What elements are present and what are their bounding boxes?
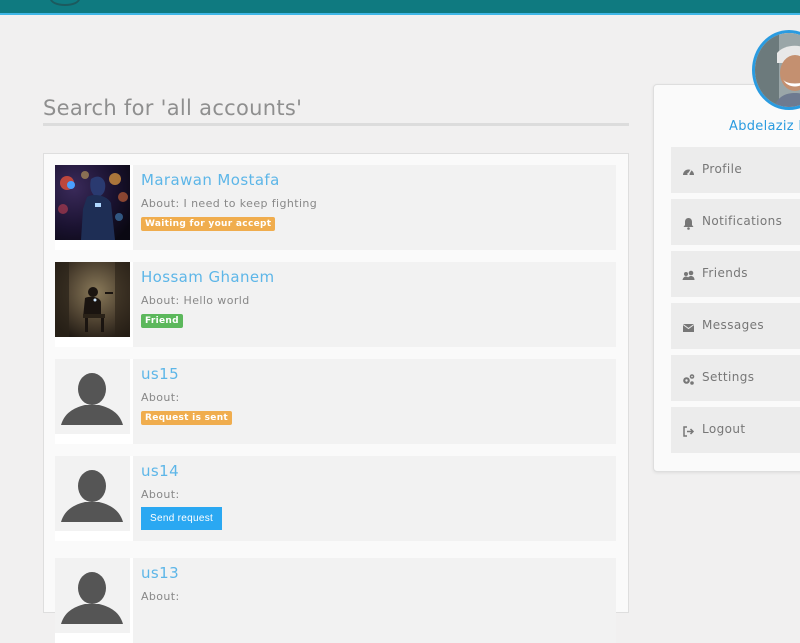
sidebar-item-label: Messages bbox=[702, 318, 765, 332]
user-about: About: bbox=[141, 590, 180, 603]
user-avatar[interactable] bbox=[55, 165, 130, 240]
search-results-title: Search for 'all accounts' bbox=[43, 96, 629, 126]
send-request-button[interactable]: Send request bbox=[141, 507, 223, 530]
sidebar-item-messages[interactable]: Messages bbox=[671, 303, 800, 349]
sign-out-icon bbox=[682, 423, 695, 437]
user-name-link[interactable]: us15 bbox=[141, 365, 601, 383]
status-badge: Waiting for your accept bbox=[141, 217, 276, 231]
users-icon bbox=[682, 267, 695, 280]
sidebar-item-logout[interactable]: Logout bbox=[671, 407, 800, 453]
gears-icon bbox=[682, 371, 695, 385]
user-name-link[interactable]: Hossam Ghanem bbox=[141, 268, 601, 286]
user-name-link[interactable]: Marawan Mostafa bbox=[141, 171, 601, 189]
user-about: About: Hello world bbox=[141, 294, 250, 307]
site-logo[interactable] bbox=[50, 0, 80, 6]
user-about: About: bbox=[141, 488, 180, 501]
sidebar-item-profile[interactable]: Profile bbox=[671, 147, 800, 193]
top-navbar bbox=[0, 0, 800, 15]
default-avatar-icon[interactable] bbox=[55, 359, 130, 434]
profile-username: Abdelaziz M bbox=[729, 119, 800, 134]
user-name-link[interactable]: us13 bbox=[141, 564, 601, 582]
sidebar-item-settings[interactable]: Settings bbox=[671, 355, 800, 401]
sidebar-item-label: Logout bbox=[702, 422, 746, 436]
status-badge: Friend bbox=[141, 314, 183, 328]
user-name-link[interactable]: us14 bbox=[141, 462, 601, 480]
default-avatar-icon[interactable] bbox=[55, 456, 130, 531]
sidebar-item-label: Friends bbox=[702, 266, 748, 280]
default-avatar-icon[interactable] bbox=[55, 558, 130, 633]
status-badge: Request is sent bbox=[141, 411, 233, 425]
sidebar-item-label: Profile bbox=[702, 162, 743, 176]
result-card: us14 About: Send request bbox=[55, 456, 616, 541]
result-card: us13 About: bbox=[55, 558, 616, 643]
user-about: About: bbox=[141, 391, 180, 404]
sidebar-item-friends[interactable]: Friends bbox=[671, 251, 800, 297]
result-card: Hossam Ghanem About: Hello world Friend bbox=[55, 262, 616, 347]
sidebar-item-label: Settings bbox=[702, 370, 755, 384]
dashboard-icon bbox=[682, 163, 695, 176]
result-card: Marawan Mostafa About: I need to keep fi… bbox=[55, 165, 616, 250]
bell-icon bbox=[682, 215, 695, 230]
result-card: us15 About: Request is sent bbox=[55, 359, 616, 444]
sidebar-item-label: Notifications bbox=[702, 214, 783, 228]
user-about: About: I need to keep fighting bbox=[141, 197, 318, 210]
sidebar-item-notifications[interactable]: Notifications bbox=[671, 199, 800, 245]
envelope-icon bbox=[682, 319, 695, 332]
user-avatar[interactable] bbox=[55, 262, 130, 337]
